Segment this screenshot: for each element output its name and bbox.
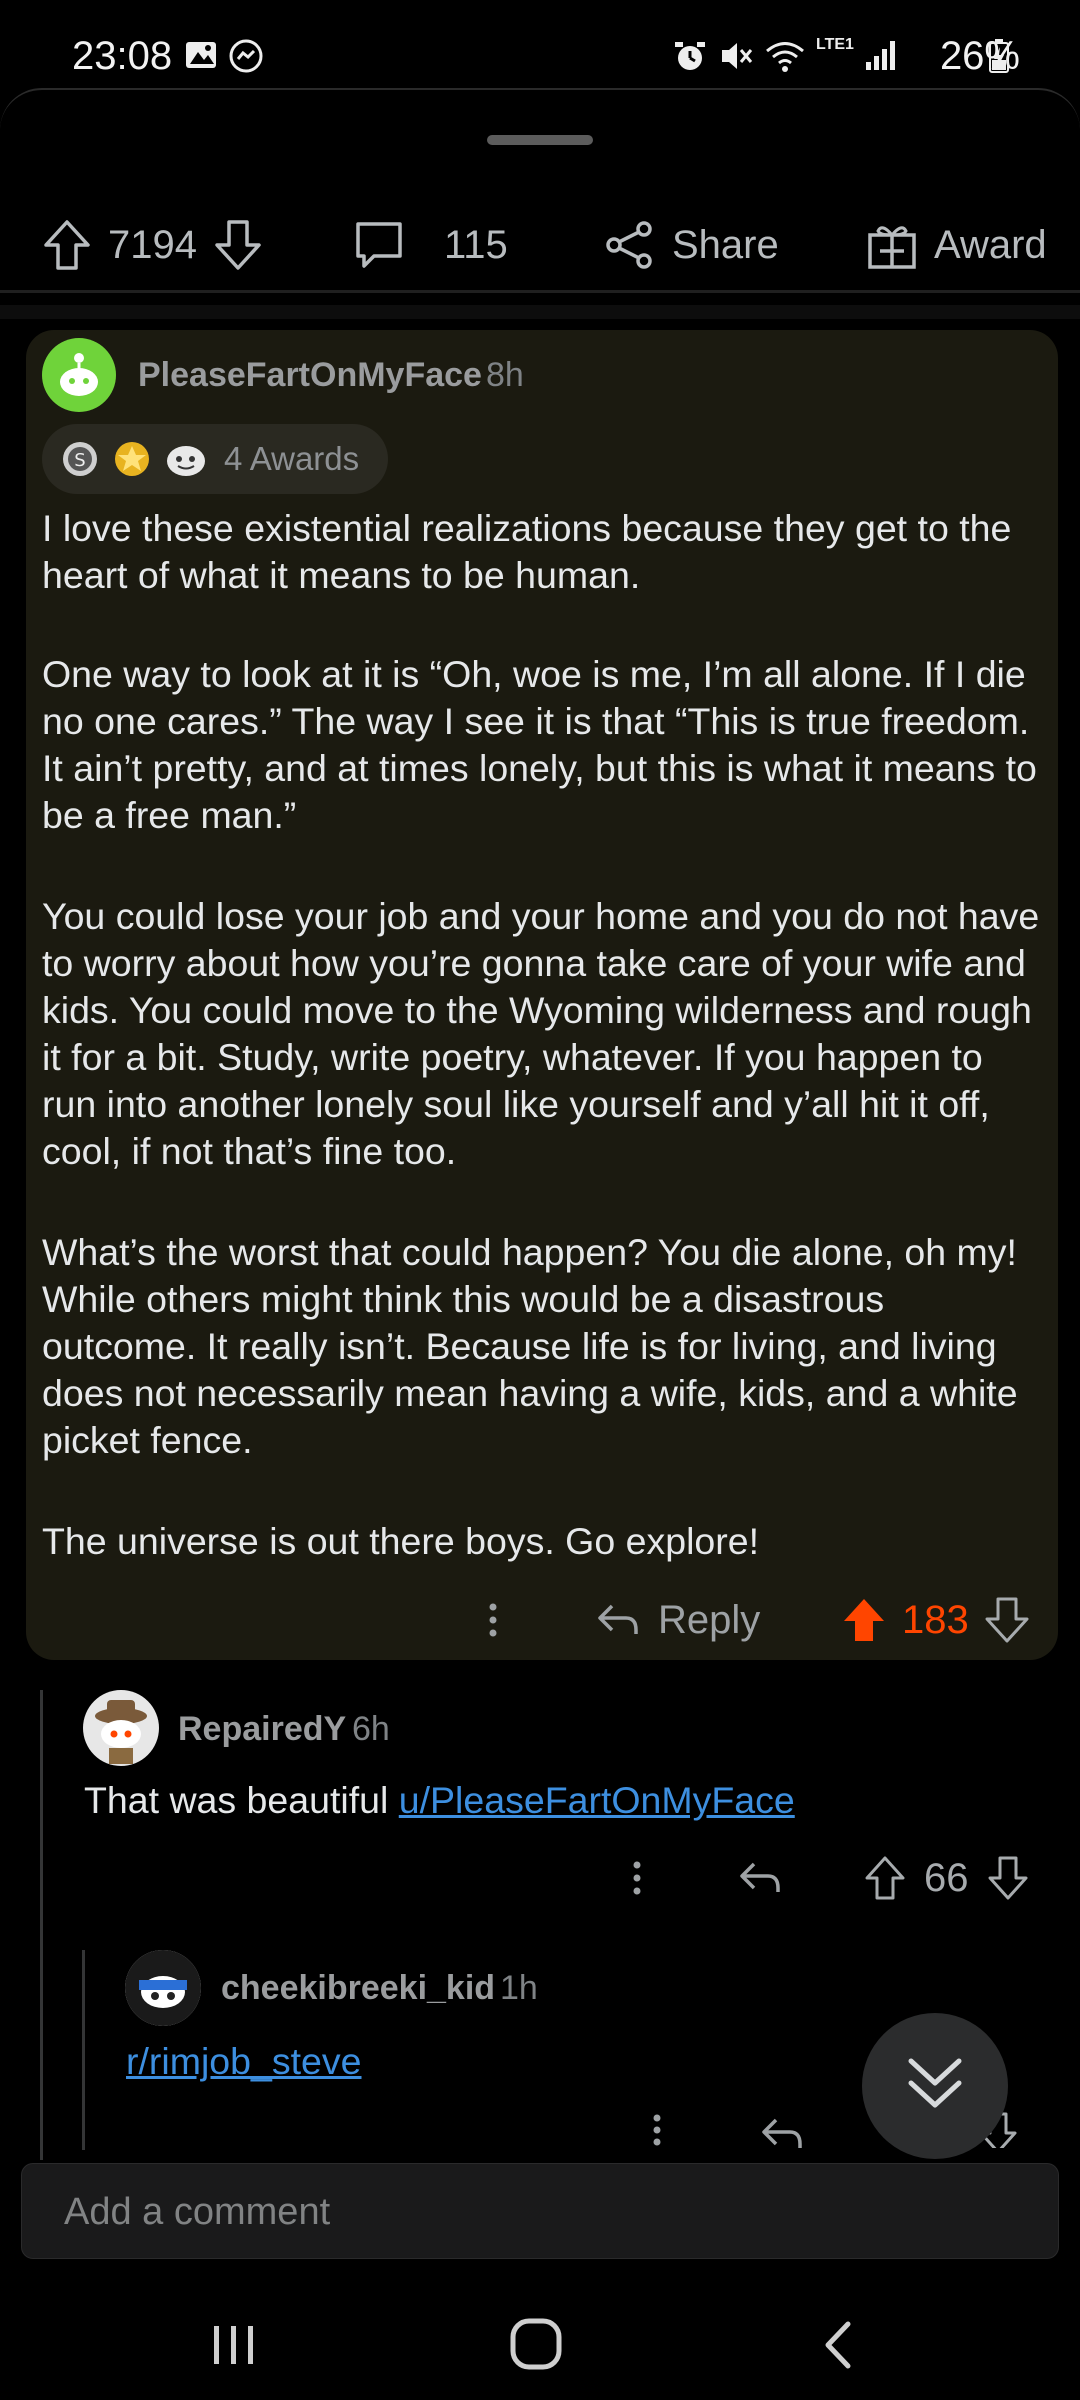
comment-paragraph: I love these existential realizations be… [42, 507, 1012, 596]
more-options-icon[interactable] [620, 1853, 654, 1903]
signal-icon [864, 38, 898, 72]
comment-age: 8h [486, 356, 524, 394]
post-vote-group: 7194 [42, 200, 263, 290]
comment-vote-group: 183 [842, 1590, 1029, 1650]
double-chevron-down-icon [905, 2053, 965, 2117]
gallery-notification-icon [184, 38, 218, 72]
reply-age: 6h [352, 1710, 390, 1748]
reply-icon[interactable] [738, 1856, 782, 1900]
avatar[interactable] [83, 1690, 159, 1766]
silver-award-icon: S [60, 439, 100, 479]
reply-icon[interactable] [760, 2114, 804, 2148]
add-comment-input[interactable]: Add a comment [21, 2163, 1059, 2259]
comment-count: 115 [444, 222, 508, 267]
avatar[interactable] [42, 338, 116, 412]
downvote-icon[interactable] [985, 1597, 1029, 1643]
share-button[interactable]: Share [604, 200, 779, 290]
messenger-notification-icon [228, 38, 264, 74]
avatar[interactable] [125, 1950, 201, 2026]
reply-author[interactable]: cheekibreeki_kid [221, 1969, 495, 2008]
recent-apps-icon[interactable] [206, 2320, 262, 2370]
comment-paragraph: The universe is out there boys. Go explo… [42, 1520, 760, 1562]
network-type: LTE1 [816, 36, 854, 53]
comment-paragraph: One way to look at it is “Oh, woe is me,… [42, 653, 1037, 836]
system-nav-bar [0, 2290, 1080, 2400]
next-comment-button[interactable] [862, 2013, 1008, 2159]
award-icon [866, 219, 918, 271]
reply-age: 1h [500, 1969, 538, 2007]
divider [0, 290, 1080, 293]
reply-button[interactable]: Reply [596, 1590, 760, 1650]
comment-paragraph: What’s the worst that could happen? You … [42, 1231, 1018, 1461]
add-comment-placeholder: Add a comment [64, 2191, 331, 2233]
alarm-icon [672, 38, 708, 74]
user-mention-link[interactable]: u/PleaseFartOnMyFace [399, 1779, 795, 1821]
upvote-icon[interactable] [42, 218, 92, 272]
more-options-icon[interactable] [642, 2110, 672, 2148]
sheet-drag-handle[interactable] [487, 135, 593, 145]
home-icon[interactable] [508, 2316, 564, 2372]
comment-score: 183 [902, 1597, 969, 1642]
comments-button[interactable]: 115 [352, 200, 508, 290]
divider [0, 305, 1080, 319]
share-label: Share [672, 222, 779, 267]
status-bar: 23:08 LTE1 26% [0, 0, 1080, 90]
upvote-count: 7194 [108, 222, 197, 267]
award-button[interactable]: Award [866, 200, 1047, 290]
status-time: 23:08 [72, 34, 173, 78]
awards-count: 4 Awards [224, 440, 360, 477]
snoo-award-icon [164, 439, 208, 479]
subreddit-link[interactable]: r/rimjob_steve [126, 2040, 362, 2082]
back-icon[interactable] [816, 2318, 860, 2372]
comment-paragraph: You could lose your job and your home an… [42, 895, 1040, 1172]
award-label: Award [934, 222, 1047, 267]
downvote-icon[interactable] [987, 1855, 1029, 1901]
upvote-active-icon[interactable] [842, 1597, 886, 1643]
comment-author[interactable]: PleaseFartOnMyFace [138, 356, 482, 395]
svg-text:S: S [74, 450, 85, 471]
reply-text: r/rimjob_steve [126, 2040, 362, 2083]
mute-icon [718, 38, 754, 74]
comment-icon [352, 218, 406, 272]
thread-line[interactable] [40, 1690, 43, 2160]
reply-score: 66 [924, 1855, 969, 1900]
reply-icon [596, 1600, 640, 1640]
downvote-icon[interactable] [213, 218, 263, 272]
reply-label: Reply [658, 1597, 761, 1642]
share-icon [604, 219, 656, 271]
more-options-icon[interactable] [476, 1592, 510, 1648]
wifi-icon [764, 38, 806, 74]
awards-pill[interactable]: S 4 Awards [42, 424, 388, 494]
reply-text: That was beautiful u/PleaseFartOnMyFace [84, 1779, 795, 1821]
reply-vote-group: 66 [864, 1852, 1029, 1904]
gold-award-icon [112, 439, 152, 479]
reply-author[interactable]: RepairedY [178, 1710, 346, 1749]
post-action-bar: 7194 115 Share Award [0, 200, 1080, 290]
upvote-icon[interactable] [864, 1855, 906, 1901]
battery-charging-icon [988, 38, 1010, 74]
